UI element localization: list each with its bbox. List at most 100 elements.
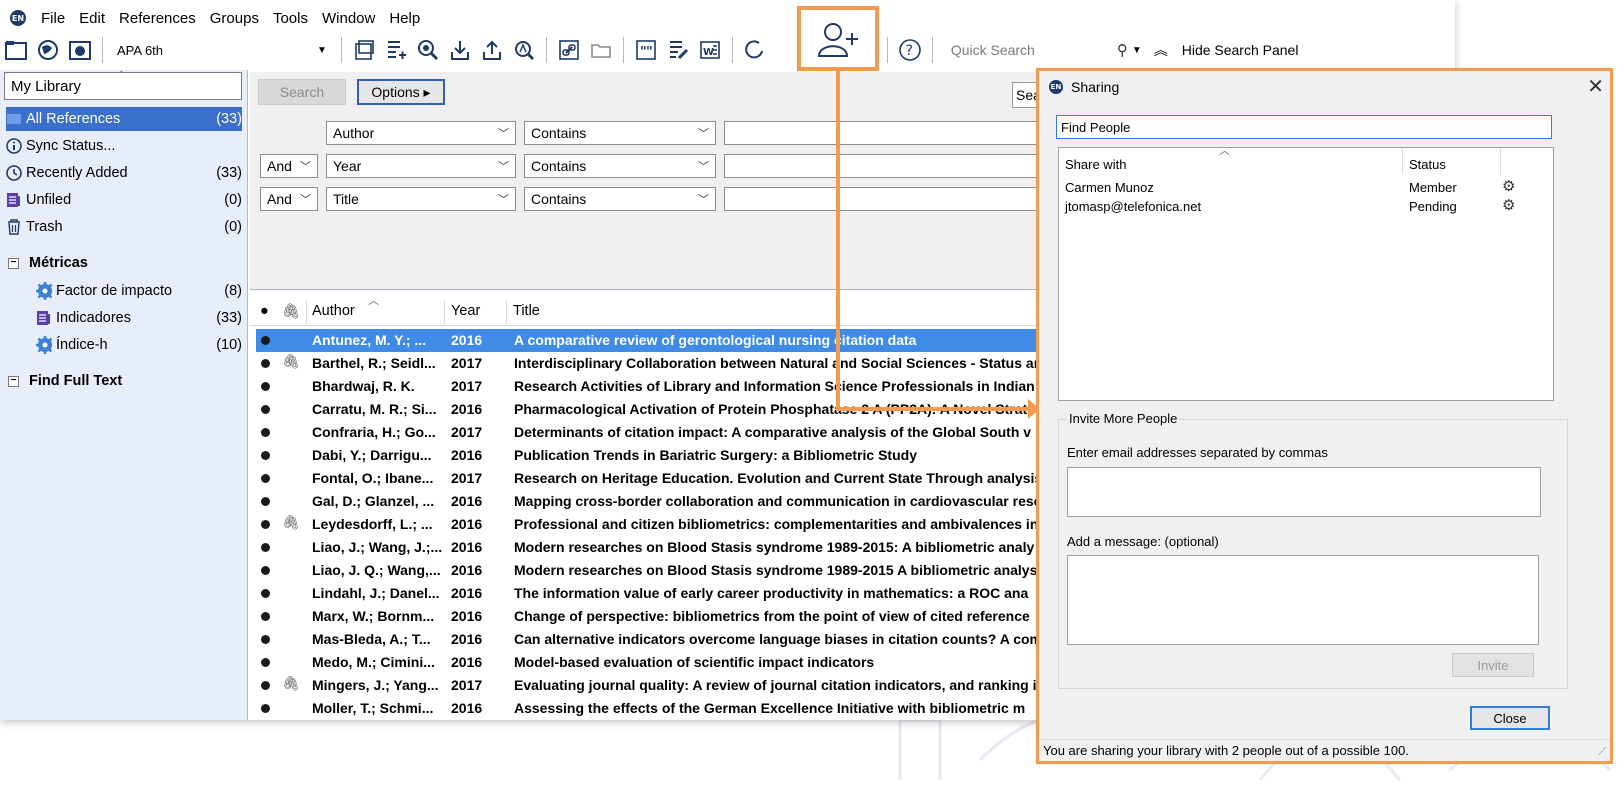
format-bibliography-icon[interactable] bbox=[665, 37, 691, 63]
new-reference-icon[interactable] bbox=[383, 37, 409, 63]
read-status-dot-icon bbox=[261, 359, 270, 368]
group-trash[interactable]: Trash (0) bbox=[6, 215, 242, 239]
group-recently-added[interactable]: Recently Added (33) bbox=[6, 161, 242, 185]
online-search-globe-icon[interactable] bbox=[35, 37, 61, 63]
email-addresses-input[interactable] bbox=[1067, 467, 1541, 517]
toolbar-separator bbox=[931, 37, 933, 63]
collapse-minus-icon[interactable]: − bbox=[8, 375, 19, 387]
menu-references[interactable]: References bbox=[112, 10, 203, 27]
local-library-icon[interactable] bbox=[3, 37, 29, 63]
return-to-word-icon[interactable]: W bbox=[697, 37, 723, 63]
menu-tools[interactable]: Tools bbox=[266, 10, 315, 27]
operator-select[interactable]: Contains ﹀ bbox=[524, 121, 716, 145]
criterion-text-input[interactable] bbox=[724, 121, 1044, 145]
column-title[interactable]: Title bbox=[513, 303, 540, 319]
share-person-name[interactable]: Carmen Munoz bbox=[1065, 180, 1154, 195]
message-input[interactable] bbox=[1067, 555, 1539, 645]
group-all-references[interactable]: All References (33) bbox=[6, 107, 242, 131]
criterion-text-input[interactable] bbox=[724, 187, 1044, 211]
bool-select[interactable]: And ﹀ bbox=[260, 187, 318, 211]
collapse-minus-icon[interactable]: − bbox=[8, 257, 19, 269]
share-person-name[interactable]: jtomasp@telefonica.net bbox=[1065, 199, 1201, 214]
menu-bar: EN File Edit References Groups Tools Win… bbox=[0, 4, 1455, 32]
help-icon[interactable]: ? bbox=[897, 37, 923, 63]
import-icon[interactable] bbox=[447, 37, 473, 63]
insert-citation-icon[interactable]: " " bbox=[633, 37, 659, 63]
column-status[interactable]: Status bbox=[1409, 157, 1446, 172]
operator-select[interactable]: Contains ﹀ bbox=[524, 154, 716, 178]
group-set-metricas[interactable]: − Métricas bbox=[8, 255, 88, 271]
resize-grip-icon[interactable]: ⟋ bbox=[1598, 746, 1606, 759]
open-file-folder-icon[interactable] bbox=[588, 37, 614, 63]
output-style-select[interactable]: APA 6th bbox=[109, 43, 309, 58]
column-year[interactable]: Year bbox=[451, 303, 480, 319]
group-count: (0) bbox=[224, 192, 242, 208]
reference-title: Model-based evaluation of scientific imp… bbox=[514, 654, 875, 670]
chevron-down-icon: ﹀ bbox=[300, 194, 311, 206]
column-share-with[interactable]: Share with bbox=[1065, 157, 1126, 172]
find-people-input[interactable]: Find People bbox=[1056, 115, 1552, 139]
options-button[interactable]: Options ▸ bbox=[357, 79, 445, 105]
copy-formatted-icon[interactable] bbox=[351, 37, 377, 63]
menu-window[interactable]: Window bbox=[315, 10, 382, 27]
field-select[interactable]: Title ﹀ bbox=[326, 187, 516, 211]
read-status-column-icon[interactable]: ● bbox=[260, 303, 269, 319]
find-full-text-icon[interactable] bbox=[511, 37, 537, 63]
reference-year: 2016 bbox=[451, 608, 483, 624]
group-set-find-full-text[interactable]: − Find Full Text bbox=[8, 373, 122, 389]
toolbar-separator bbox=[102, 37, 103, 63]
open-link-icon[interactable] bbox=[556, 37, 582, 63]
field-select[interactable]: Year ﹀ bbox=[326, 154, 516, 178]
quick-search-dropdown-icon[interactable]: ▼ bbox=[1132, 45, 1142, 56]
menu-edit[interactable]: Edit bbox=[72, 10, 112, 27]
share-library-highlight[interactable] bbox=[797, 6, 879, 71]
online-search-icon[interactable] bbox=[415, 37, 441, 63]
integrated-library-icon[interactable] bbox=[67, 37, 93, 63]
hide-search-panel-button[interactable]: Hide Search Panel bbox=[1182, 42, 1299, 58]
quick-search-input[interactable]: Quick Search bbox=[951, 42, 1111, 58]
read-status-dot-icon bbox=[261, 612, 270, 621]
reference-year: 2016 bbox=[451, 493, 483, 509]
reference-author: Mingers, J.; Yang... bbox=[312, 677, 439, 693]
highlight-connector-line bbox=[836, 407, 1032, 411]
menu-groups[interactable]: Groups bbox=[203, 10, 266, 27]
library-name[interactable]: My Library bbox=[4, 72, 242, 100]
group-count: (0) bbox=[224, 219, 242, 235]
operator-select[interactable]: Contains ﹀ bbox=[524, 187, 716, 211]
group-unfiled[interactable]: Unfiled (0) bbox=[6, 188, 242, 212]
person-settings-gear-icon[interactable]: ⚙ bbox=[1502, 177, 1515, 195]
gear-icon bbox=[36, 336, 52, 354]
group-sync-status[interactable]: Sync Status... bbox=[6, 134, 242, 158]
menu-help[interactable]: Help bbox=[382, 10, 427, 27]
group-factor-de-impacto[interactable]: Factor de impacto (8) bbox=[36, 279, 242, 303]
share-library-icon[interactable] bbox=[815, 19, 861, 59]
reference-title: Determinants of citation impact: A compa… bbox=[514, 424, 1032, 440]
invite-button[interactable]: Invite bbox=[1452, 653, 1534, 677]
attachment-column-icon[interactable]: 🖇 bbox=[282, 303, 300, 320]
criterion-text-input[interactable] bbox=[724, 154, 1044, 178]
group-indice-h[interactable]: Índice-h (10) bbox=[36, 333, 242, 357]
sync-icon[interactable] bbox=[742, 37, 768, 63]
person-settings-gear-icon[interactable]: ⚙ bbox=[1502, 196, 1515, 214]
column-author[interactable]: Author bbox=[312, 303, 355, 319]
group-indicadores[interactable]: Indicadores (33) bbox=[36, 306, 242, 330]
reference-title: Modern researches on Blood Stasis syndro… bbox=[514, 562, 1038, 578]
menu-file[interactable]: File bbox=[34, 10, 72, 27]
field-select[interactable]: Author ﹀ bbox=[326, 121, 516, 145]
hide-search-chevron-icon[interactable]: ︽ bbox=[1154, 40, 1168, 60]
bool-select[interactable]: And ﹀ bbox=[260, 154, 318, 178]
gear-icon bbox=[36, 282, 52, 300]
close-icon[interactable]: ✕ bbox=[1587, 74, 1604, 99]
operator-value: Contains bbox=[531, 158, 587, 174]
export-icon[interactable] bbox=[479, 37, 505, 63]
style-dropdown-arrow-icon[interactable]: ▼ bbox=[317, 45, 327, 56]
sort-caret-icon: ︿ bbox=[1219, 145, 1230, 157]
search-button[interactable]: Search bbox=[258, 79, 346, 105]
reference-author: Mas-Bleda, A.; T... bbox=[312, 631, 431, 647]
group-label: All References bbox=[26, 111, 121, 127]
reference-title: Research Activities of Library and Infor… bbox=[514, 378, 1035, 394]
field-value: Year bbox=[333, 158, 362, 174]
read-status-dot-icon bbox=[261, 520, 270, 529]
quick-search-icon[interactable]: ⚲ bbox=[1117, 41, 1128, 59]
close-button[interactable]: Close bbox=[1470, 706, 1550, 730]
